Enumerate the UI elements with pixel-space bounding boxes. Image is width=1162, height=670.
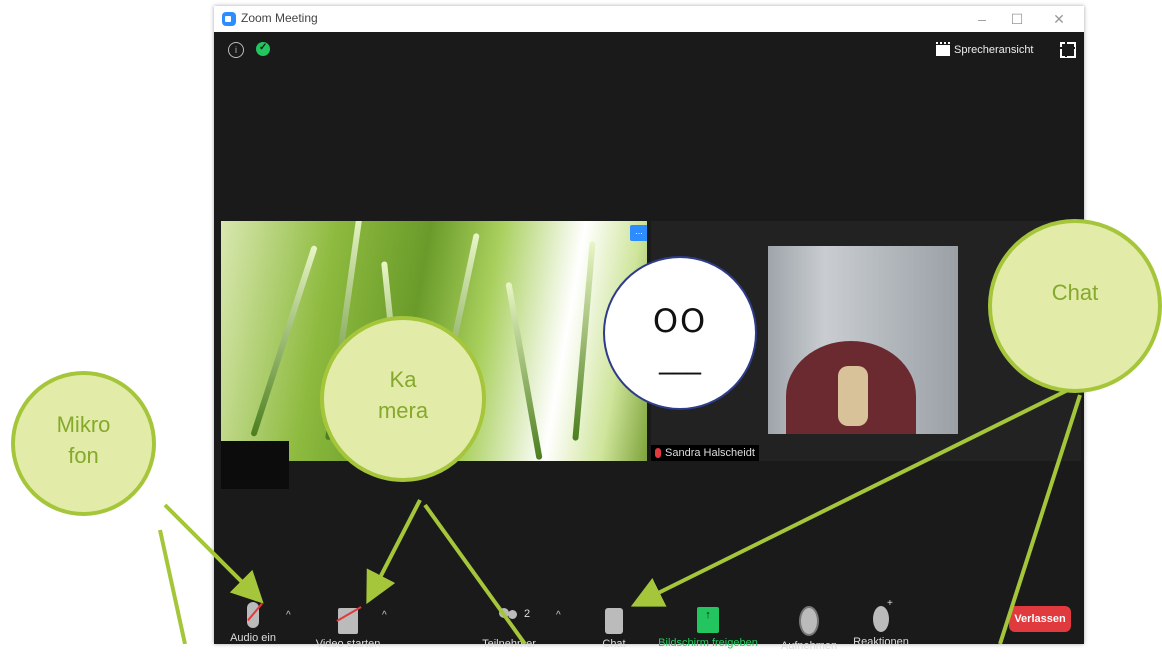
kamera-callout: Ka mera: [320, 316, 486, 482]
title-bar: Zoom Meeting – ☐ ✕: [214, 6, 1084, 32]
close-button[interactable]: ✕: [1044, 8, 1074, 30]
kamera-callout-line1: Ka: [389, 367, 417, 392]
smiley-icon: [873, 598, 893, 632]
muted-mic-icon: [655, 448, 661, 458]
video-label: Video starten: [315, 638, 381, 650]
chat-button[interactable]: Chat: [594, 602, 634, 650]
face-sticker: OO ___: [603, 256, 757, 410]
audio-options-caret[interactable]: ^: [286, 610, 291, 621]
share-screen-icon: ↑: [697, 607, 719, 633]
participants-icon: [499, 608, 519, 634]
mikrofon-callout: Mikro fon: [11, 371, 156, 516]
minimize-button[interactable]: –: [967, 8, 997, 30]
participants-button[interactable]: 2 Teilnehmer: [474, 602, 544, 650]
self-name-box: [221, 441, 289, 489]
face-mouth: ___: [659, 342, 701, 375]
mikrofon-line: [158, 529, 187, 644]
fullscreen-icon[interactable]: [1059, 41, 1076, 58]
camera-off-icon: [338, 608, 358, 634]
reactions-button[interactable]: Reaktionen: [846, 598, 916, 648]
chat-bubble-icon: [605, 608, 623, 634]
audio-button[interactable]: Audio ein: [228, 602, 278, 644]
info-icon[interactable]: i: [228, 42, 244, 58]
participant-name: Sandra Halscheidt: [665, 447, 755, 459]
microphone-muted-icon: [247, 602, 259, 628]
chat-label: Chat: [602, 638, 626, 650]
zoom-camera-icon: [222, 12, 236, 26]
video-button[interactable]: Video starten: [306, 602, 390, 650]
participant-name-tag: Sandra Halscheidt: [651, 445, 759, 461]
gallery-grid-icon: [936, 41, 950, 56]
speaker-view-button[interactable]: Sprecheransicht: [932, 40, 1038, 60]
record-button[interactable]: Aufnehmen: [774, 602, 844, 652]
mikrofon-callout-line1: Mikro: [56, 412, 111, 437]
share-screen-button[interactable]: ↑ Bildschirm freigeben: [650, 602, 766, 649]
mikrofon-callout-line2: fon: [68, 443, 99, 468]
participants-count: 2: [524, 608, 531, 620]
shield-check-icon[interactable]: [256, 42, 270, 56]
participants-label: Teilnehmer: [482, 638, 536, 650]
meeting-toolbar: Audio ein ^ Video starten ^ 2 Teilnehmer…: [214, 598, 1084, 670]
chat-callout: Chat: [988, 219, 1162, 393]
audio-label: Audio ein: [230, 632, 276, 644]
record-icon: [799, 606, 819, 636]
participants-options-caret[interactable]: ^: [556, 610, 561, 621]
kamera-callout-line2: mera: [377, 398, 429, 423]
record-label: Aufnehmen: [780, 640, 838, 652]
speaker-view-label: Sprecheransicht: [954, 44, 1034, 56]
share-screen-label: Bildschirm freigeben: [658, 637, 758, 649]
video-options-caret[interactable]: ^: [382, 610, 387, 621]
maximize-button[interactable]: ☐: [1002, 8, 1032, 30]
participant-video: [768, 246, 958, 434]
tile-more-button[interactable]: ...: [630, 225, 647, 241]
reactions-label: Reaktionen: [853, 636, 909, 648]
face-eyes: OO: [652, 302, 708, 340]
screenshot-frame: Zoom Meeting – ☐ ✕ i Sprecheransicht ...: [0, 0, 1162, 652]
window-title: Zoom Meeting: [241, 11, 318, 25]
leave-button[interactable]: Verlassen: [1009, 606, 1071, 632]
chat-callout-line1: Chat: [1051, 280, 1099, 305]
